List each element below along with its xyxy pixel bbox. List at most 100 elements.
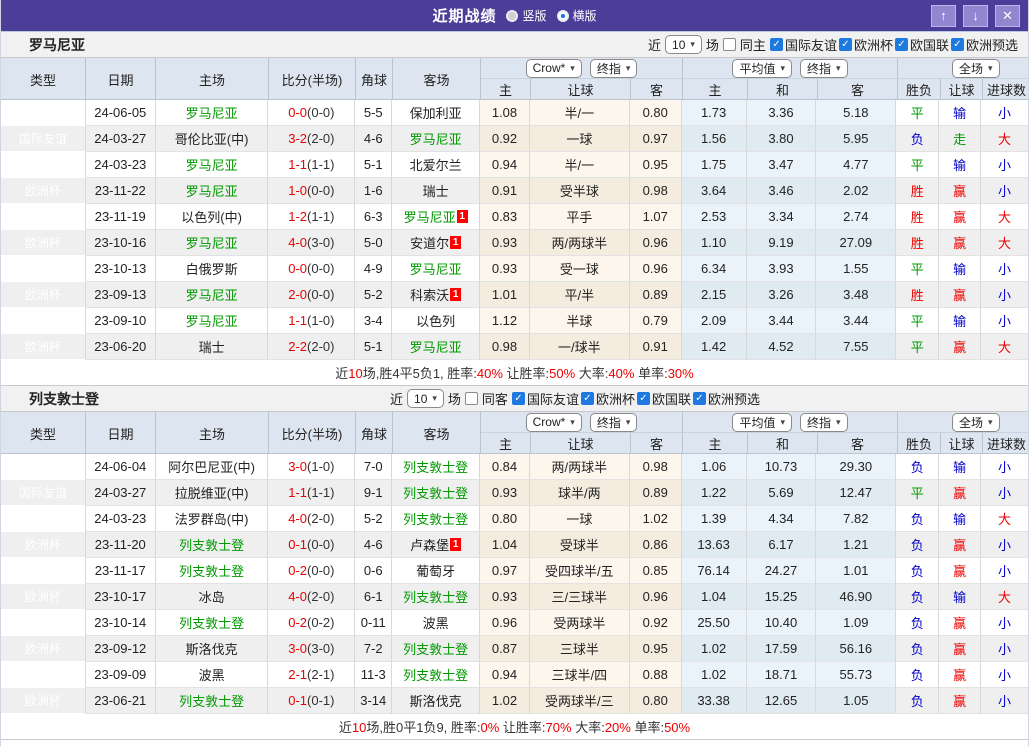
away-team-name: 葡萄牙 xyxy=(416,564,456,579)
match-date: 24-03-23 xyxy=(85,506,156,532)
home-team: 斯洛伐克 xyxy=(155,636,269,662)
home-team: 白俄罗斯 xyxy=(155,256,269,282)
home-team: 列支敦士登 xyxy=(155,688,269,714)
average-odds-value: 6.34 xyxy=(681,256,747,282)
competition-filter: ✓ 国际友谊 xyxy=(511,389,579,408)
away-team-name: 列支敦士登 xyxy=(403,642,469,657)
scope-select[interactable]: 全场 ▾ xyxy=(952,412,1000,432)
result-cell: 赢 xyxy=(939,282,982,308)
score-halftime: 0-0 (0-0) xyxy=(268,100,356,126)
average-select[interactable]: 平均值 ▾ xyxy=(732,58,792,78)
away-team: 卢森堡 1 xyxy=(392,532,481,558)
average-select[interactable]: 平均值 ▾ xyxy=(732,412,792,432)
halftime-score: (2-0) xyxy=(307,131,335,146)
average-odds-value: 2.74 xyxy=(816,204,897,230)
competition-checkbox-checked[interactable]: ✓ xyxy=(692,392,706,405)
result-text: 输 xyxy=(953,512,967,527)
home-team: 波黑 xyxy=(155,662,269,688)
result-cell: 赢 xyxy=(939,532,982,558)
summary-text-part: 40% xyxy=(608,366,635,381)
competition-checkbox-checked[interactable]: ✓ xyxy=(838,38,852,51)
home-team-name: 罗马尼亚 xyxy=(185,236,238,251)
corner-count: 4-6 xyxy=(355,126,393,152)
table-header: 类型 日期 主场 比分(半场) 角球 客场 Crow* ▾ 终指 ▾ 平均值 ▾ 终指… xyxy=(1,58,1029,100)
result-text: 平 xyxy=(910,314,924,329)
competition-label: 欧洲杯 xyxy=(853,38,893,53)
result-text: 输 xyxy=(953,314,967,329)
filter-bar: 近 10 ▾ 场 同主 ✓ 国际友谊 ✓ 欧洲杯 ✓ 欧国联 ✓ 欧洲预选 xyxy=(648,35,1018,54)
near-label: 近 xyxy=(648,38,662,53)
competition-checkbox-checked[interactable]: ✓ xyxy=(511,392,525,405)
summary-text-part: 0% xyxy=(480,720,500,735)
scope-select[interactable]: 全场 ▾ xyxy=(952,58,1000,78)
average-final-select[interactable]: 终指 ▾ xyxy=(800,412,848,432)
layout-radio-vertical[interactable]: 竖版 xyxy=(506,7,547,24)
average-odds-value: 1.22 xyxy=(681,480,747,506)
competition-checkbox-checked[interactable]: ✓ xyxy=(769,38,783,51)
same-venue-checkbox[interactable] xyxy=(722,38,736,51)
result-text: 赢 xyxy=(953,694,967,709)
away-team: 斯洛伐克 xyxy=(392,688,481,714)
score-halftime: 4-0 (2-0) xyxy=(268,506,356,532)
result-cell: 负 xyxy=(896,662,940,688)
result-cell: 大 xyxy=(981,506,1028,532)
average-odds-value: 15.25 xyxy=(746,584,817,610)
away-team: 罗马尼亚 xyxy=(392,256,481,282)
odds-value: 0.93 xyxy=(480,256,530,282)
odds-final-select[interactable]: 终指 ▾ xyxy=(589,58,638,78)
average-odds-value: 3.46 xyxy=(746,178,817,204)
home-team-name: 列支敦士登 xyxy=(179,694,245,709)
layout-radio-horizontal[interactable]: 横版 xyxy=(556,7,597,24)
result-cell: 赢 xyxy=(939,662,982,688)
odds-value: 0.96 xyxy=(629,230,682,256)
move-down-button[interactable]: ↓ xyxy=(963,4,988,27)
competition-checkbox-checked[interactable]: ✓ xyxy=(580,392,594,405)
summary-text-part: 让胜率: xyxy=(499,720,546,735)
odds-source-select[interactable]: Crow* ▾ xyxy=(525,412,582,432)
score-halftime: 3-2 (2-0) xyxy=(268,126,356,152)
result-cell: 赢 xyxy=(939,178,982,204)
radio-icon[interactable] xyxy=(506,9,519,22)
match-type-badge: 欧洲杯 xyxy=(1,204,86,230)
odds-value: 1.07 xyxy=(629,204,682,230)
odds-value: 两/两球半 xyxy=(529,230,630,256)
average-odds-value: 12.47 xyxy=(816,480,897,506)
odds-value: 受球半 xyxy=(529,532,630,558)
move-up-button[interactable]: ↑ xyxy=(931,4,956,27)
competition-checkbox-checked[interactable]: ✓ xyxy=(636,392,650,405)
result-text: 负 xyxy=(910,590,924,605)
result-cell: 输 xyxy=(939,308,982,334)
average-final-select[interactable]: 终指 ▾ xyxy=(800,58,848,78)
odds-value: 0.97 xyxy=(629,126,682,152)
fulltime-score: 0-1 xyxy=(288,537,308,552)
chevron-down-icon: ▾ xyxy=(780,416,785,427)
odds-final-select[interactable]: 终指 ▾ xyxy=(589,412,638,432)
away-team: 北爱尔兰 xyxy=(392,152,481,178)
home-team: 瑞士 xyxy=(155,334,269,360)
radio-icon[interactable] xyxy=(556,9,569,22)
match-date: 23-09-13 xyxy=(85,282,156,308)
close-button[interactable]: ✕ xyxy=(995,4,1020,27)
match-type-badge: 国际友谊 xyxy=(1,152,86,178)
match-count-select[interactable]: 10 ▾ xyxy=(407,389,444,408)
competition-checkbox-checked[interactable]: ✓ xyxy=(894,38,908,51)
corner-count: 5-2 xyxy=(355,282,393,308)
corner-count: 0-6 xyxy=(355,558,393,584)
match-type-badge: 欧洲杯 xyxy=(1,584,86,610)
match-date: 23-09-10 xyxy=(85,308,156,334)
result-cell: 平 xyxy=(896,100,940,126)
col-odds-away: 客 xyxy=(631,433,683,454)
match-type-badge: 欧洲杯 xyxy=(1,636,86,662)
odds-value: 0.91 xyxy=(480,178,530,204)
odds-source-select[interactable]: Crow* ▾ xyxy=(525,58,582,78)
same-venue-checkbox[interactable] xyxy=(464,392,478,405)
result-cell: 输 xyxy=(939,584,982,610)
match-count-select[interactable]: 10 ▾ xyxy=(665,35,702,54)
titlebar: 近期战绩 竖版 横版 ↑ ↓ ✕ xyxy=(1,0,1028,32)
average-odds-value: 9.19 xyxy=(746,230,817,256)
match-date: 24-03-27 xyxy=(85,480,156,506)
competition-filter: ✓ 欧洲预选 xyxy=(950,35,1018,54)
competition-label: 欧洲预选 xyxy=(707,392,760,407)
fulltime-score: 0-2 xyxy=(288,615,308,630)
competition-checkbox-checked[interactable]: ✓ xyxy=(950,38,964,51)
